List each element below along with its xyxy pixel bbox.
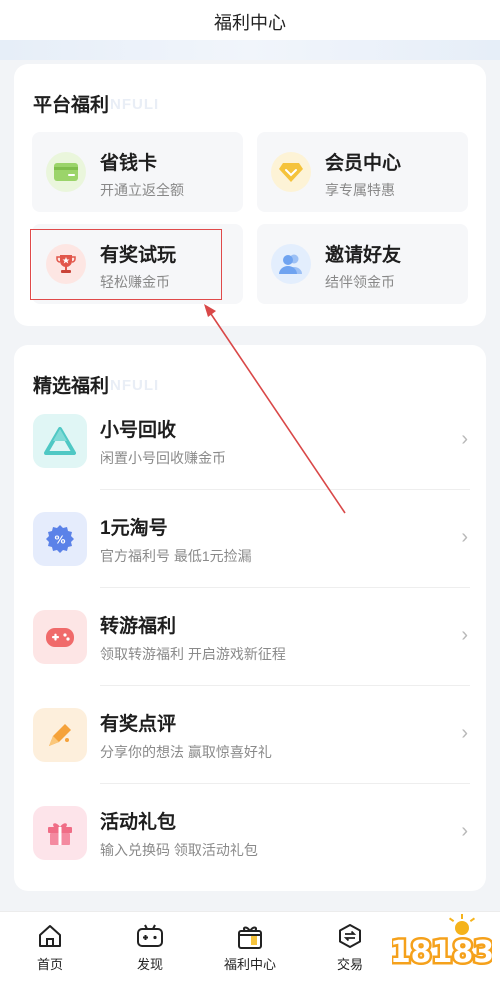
tab-label: 首页 xyxy=(36,957,63,972)
list-item-transfer-welfare[interactable]: 转游福利 领取转游福利 开启游戏新征程 › xyxy=(14,588,486,686)
tab-discover[interactable]: 发现 xyxy=(100,912,200,981)
list-item-event-gift[interactable]: 活动礼包 输入兑换码 领取活动礼包 › xyxy=(14,784,486,882)
gift-icon xyxy=(236,922,264,950)
friends-icon xyxy=(271,244,311,284)
page-title: 福利中心 xyxy=(214,13,286,33)
tile-title: 有奖试玩 xyxy=(100,245,177,266)
item-subtitle: 输入兑换码 领取活动礼包 xyxy=(100,842,258,858)
tile-title: 邀请好友 xyxy=(325,245,402,266)
gamepad-icon xyxy=(136,922,164,950)
tab-welfare-center[interactable]: 福利中心 xyxy=(200,912,300,981)
header-background xyxy=(0,40,500,60)
tile-member-center[interactable]: 会员中心 享专属特惠 xyxy=(257,132,468,212)
tile-subtitle: 享专属特惠 xyxy=(325,182,395,198)
tile-title: 会员中心 xyxy=(325,153,402,174)
tile-reward-trial[interactable]: 有奖试玩 轻松赚金币 xyxy=(32,224,243,304)
section-watermark: NFULI xyxy=(110,96,160,113)
tile-money-saving-card[interactable]: 省钱卡 开通立返全额 xyxy=(32,132,243,212)
gift-icon xyxy=(33,806,87,860)
svg-text:%: % xyxy=(54,534,65,547)
platform-welfare-title: 平台福利 xyxy=(33,95,110,116)
tile-invite-friends[interactable]: 邀请好友 结伴领金币 xyxy=(257,224,468,304)
tile-subtitle: 结伴领金币 xyxy=(325,274,395,290)
item-subtitle: 分享你的想法 赢取惊喜好礼 xyxy=(100,744,272,760)
diamond-icon xyxy=(271,152,311,192)
list-item-one-yuan-account[interactable]: % 1元淘号 官方福利号 最低1元捡漏 › xyxy=(14,490,486,588)
discount-icon: % xyxy=(33,512,87,566)
item-title: 有奖点评 xyxy=(100,714,177,735)
pen-icon xyxy=(33,708,87,762)
gamepad-icon xyxy=(33,610,87,664)
tile-subtitle: 轻松赚金币 xyxy=(100,274,170,290)
chevron-right-icon: › xyxy=(461,428,468,450)
list-item-account-recycle[interactable]: 小号回收 闲置小号回收赚金币 › xyxy=(14,392,486,490)
tab-trade[interactable]: 交易 xyxy=(300,912,400,981)
tab-home[interactable]: 首页 xyxy=(0,912,100,981)
tab-label: 福利中心 xyxy=(223,957,276,972)
tab-label: 交易 xyxy=(336,957,363,972)
brand-logo: 18183 xyxy=(392,914,492,973)
brand-logo-text: 18183 xyxy=(392,935,492,970)
item-subtitle: 官方福利号 最低1元捡漏 xyxy=(100,548,252,564)
exchange-icon xyxy=(336,922,364,950)
platform-welfare-card: NFULI 平台福利 省钱卡 开通立返全额 会员中心 享专属特惠 有奖试玩 轻松… xyxy=(14,64,486,326)
item-title: 活动礼包 xyxy=(100,812,177,833)
item-subtitle: 领取转游福利 开启游戏新征程 xyxy=(100,646,286,662)
item-title: 1元淘号 xyxy=(100,518,168,539)
trophy-icon xyxy=(46,244,86,284)
item-subtitle: 闲置小号回收赚金币 xyxy=(100,450,226,466)
chevron-right-icon: › xyxy=(461,624,468,646)
item-title: 转游福利 xyxy=(100,616,177,637)
card-icon xyxy=(46,152,86,192)
chevron-right-icon: › xyxy=(461,820,468,842)
tile-title: 省钱卡 xyxy=(100,153,158,174)
tile-subtitle: 开通立返全额 xyxy=(100,182,184,198)
chevron-right-icon: › xyxy=(461,526,468,548)
chevron-right-icon: › xyxy=(461,722,468,744)
home-icon xyxy=(36,922,64,950)
top-bar: 福利中心 xyxy=(0,0,500,44)
item-title: 小号回收 xyxy=(100,420,177,441)
tab-label: 发现 xyxy=(136,957,163,972)
recycle-icon xyxy=(33,414,87,468)
list-item-review-reward[interactable]: 有奖点评 分享你的想法 赢取惊喜好礼 › xyxy=(14,686,486,784)
